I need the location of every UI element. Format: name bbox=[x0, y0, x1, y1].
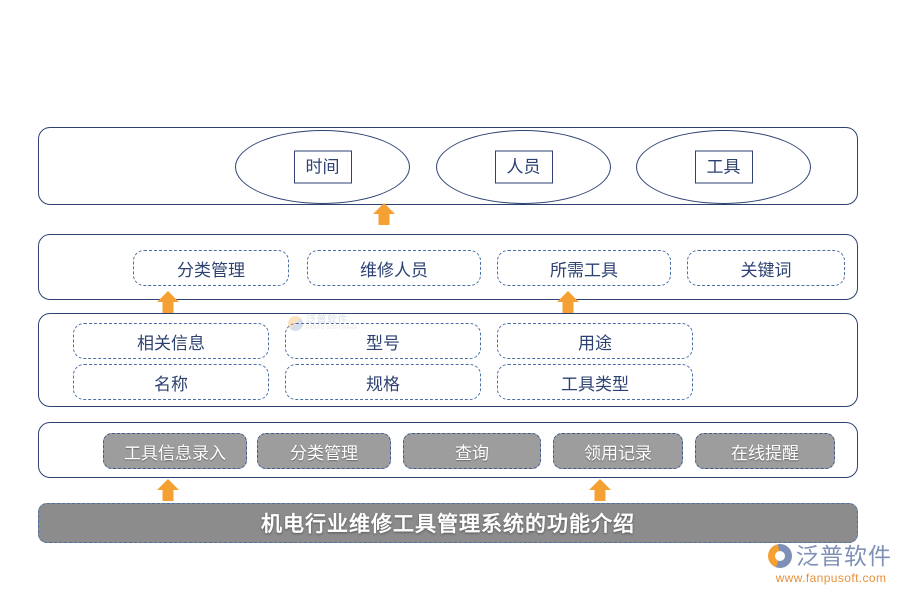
attribute-label: 规格 bbox=[366, 370, 400, 395]
attribute-label: 名称 bbox=[154, 370, 188, 395]
arrow-up-icon bbox=[156, 479, 180, 501]
module-label: 维修人员 bbox=[360, 256, 428, 281]
arrow-up-icon bbox=[372, 203, 396, 225]
entity-label: 工具 bbox=[695, 151, 753, 184]
attribute-box-related-info[interactable]: 相关信息 bbox=[73, 323, 269, 359]
attribute-label: 相关信息 bbox=[137, 329, 205, 354]
entities-band: 时间 人员 工具 bbox=[38, 127, 858, 205]
functions-band: 工具信息录入 分类管理 查询 领用记录 在线提醒 bbox=[38, 422, 858, 478]
attribute-label: 工具类型 bbox=[561, 370, 629, 395]
function-button-query[interactable]: 查询 bbox=[403, 433, 541, 469]
entity-ellipse-time[interactable]: 时间 bbox=[235, 130, 410, 204]
entity-label: 人员 bbox=[495, 151, 553, 184]
function-button-requisition-record[interactable]: 领用记录 bbox=[553, 433, 683, 469]
attribute-box-specification[interactable]: 规格 bbox=[285, 364, 481, 400]
diagram-title-text: 机电行业维修工具管理系统的功能介绍 bbox=[261, 508, 635, 538]
brand-name-cn: 泛普软件 bbox=[796, 545, 892, 568]
attribute-box-model[interactable]: 型号 bbox=[285, 323, 481, 359]
diagram-title-bar: 机电行业维修工具管理系统的功能介绍 bbox=[38, 503, 858, 543]
fanpu-logo-icon bbox=[768, 544, 792, 568]
entity-ellipse-tool[interactable]: 工具 bbox=[636, 130, 811, 204]
system-function-diagram: 时间 人员 工具 分类管理 维修人员 所需工具 关键词 bbox=[0, 0, 900, 600]
attribute-box-tool-type[interactable]: 工具类型 bbox=[497, 364, 693, 400]
module-box-repair-staff[interactable]: 维修人员 bbox=[307, 250, 481, 286]
brand-website-url: www.fanpusoft.com bbox=[768, 571, 894, 585]
function-button-category-management[interactable]: 分类管理 bbox=[257, 433, 391, 469]
function-label: 查询 bbox=[455, 439, 489, 464]
function-button-tool-info-entry[interactable]: 工具信息录入 bbox=[103, 433, 247, 469]
attributes-band: 相关信息 型号 用途 名称 规格 工具类型 bbox=[38, 313, 858, 407]
attribute-label: 用途 bbox=[578, 329, 612, 354]
arrow-up-icon bbox=[556, 291, 580, 313]
entity-label: 时间 bbox=[294, 151, 352, 184]
module-label: 分类管理 bbox=[177, 256, 245, 281]
function-button-online-reminder[interactable]: 在线提醒 bbox=[695, 433, 835, 469]
module-label: 所需工具 bbox=[550, 256, 618, 281]
module-box-category-management[interactable]: 分类管理 bbox=[133, 250, 289, 286]
entity-ellipse-personnel[interactable]: 人员 bbox=[436, 130, 611, 204]
attribute-box-usage[interactable]: 用途 bbox=[497, 323, 693, 359]
arrow-up-icon bbox=[156, 291, 180, 313]
attribute-box-name[interactable]: 名称 bbox=[73, 364, 269, 400]
module-label: 关键词 bbox=[741, 256, 792, 281]
function-label: 工具信息录入 bbox=[124, 439, 226, 464]
arrow-up-icon bbox=[588, 479, 612, 501]
function-label: 领用记录 bbox=[584, 439, 652, 464]
function-label: 在线提醒 bbox=[731, 439, 799, 464]
module-box-required-tools[interactable]: 所需工具 bbox=[497, 250, 671, 286]
attribute-label: 型号 bbox=[366, 329, 400, 354]
brand-logo-fanpu: 泛普软件 www.fanpusoft.com bbox=[768, 544, 894, 594]
function-label: 分类管理 bbox=[290, 439, 358, 464]
module-box-keyword[interactable]: 关键词 bbox=[687, 250, 845, 286]
